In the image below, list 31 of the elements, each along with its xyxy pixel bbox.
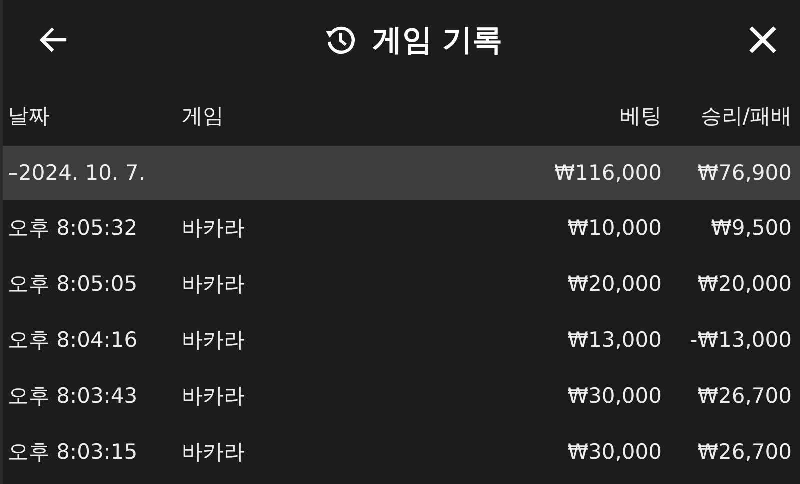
table-cell-text: -₩13,000 <box>689 328 792 352</box>
table-cell-text: 오후 8:05:05 <box>8 271 139 298</box>
table-cell-text: ₩9,500 <box>710 216 792 240</box>
date-group-row[interactable]: –2024. 10. 7. ₩116,000 ₩76,900 <box>3 146 800 200</box>
table-cell-text: 오후 8:03:43 <box>8 383 139 410</box>
table-cell-text: 오후 8:05:32 <box>8 215 139 242</box>
table-cell-text: ₩26,700 <box>696 384 792 408</box>
group-bet-total: ₩116,000 <box>553 161 662 185</box>
window-title: 게임 기록 <box>372 22 503 60</box>
table-cell-text: ₩26,700 <box>696 440 792 464</box>
table-cell-text: ₩10,000 <box>566 216 662 240</box>
table-cell-text: ₩13,000 <box>566 328 662 352</box>
group-date: –2024. 10. 7. <box>8 161 146 185</box>
close-button[interactable] <box>748 25 778 55</box>
table-cell-text: ₩30,000 <box>566 384 662 408</box>
table-cell-text: 바카라 <box>182 215 246 242</box>
group-result-total: ₩76,900 <box>696 161 792 185</box>
table-cell-text: 바카라 <box>182 327 246 354</box>
column-header: 베팅 <box>619 103 662 130</box>
table-cell-text: 오후 8:04:16 <box>8 327 139 354</box>
table-cell-text: 바카라 <box>182 383 246 410</box>
table-cell-text: ₩30,000 <box>566 440 662 464</box>
column-header: 승리/패배 <box>700 103 792 130</box>
table-cell-text: 바카라 <box>182 439 246 466</box>
column-header: 날짜 <box>8 103 51 130</box>
table-cell-text: 바카라 <box>182 271 246 298</box>
close-icon <box>748 25 778 55</box>
table-cell-text: ₩20,000 <box>566 272 662 296</box>
table-cell-text: ₩20,000 <box>696 272 792 296</box>
column-header: 게임 <box>182 103 225 130</box>
table-cell-text: 오후 8:03:15 <box>8 439 139 466</box>
